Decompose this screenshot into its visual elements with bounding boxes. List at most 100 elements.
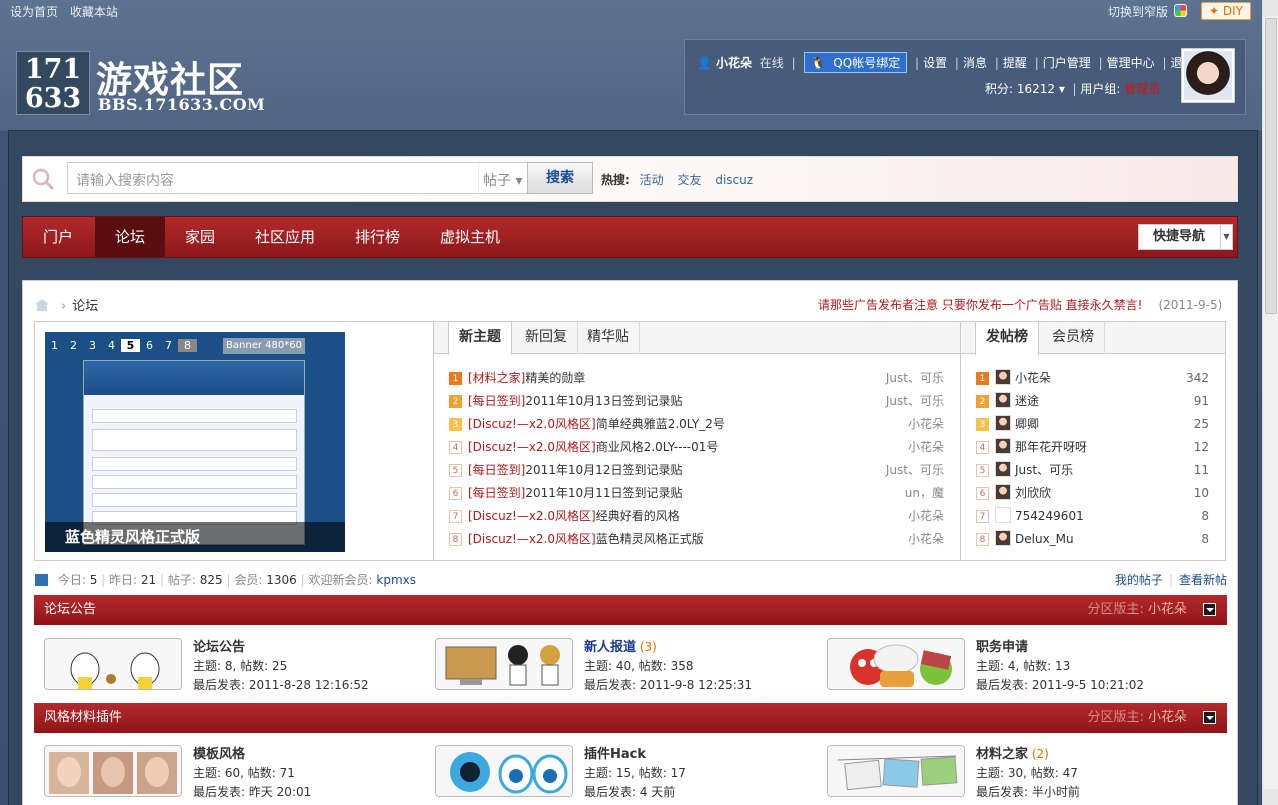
tab-post-ranking[interactable]: 发帖榜	[975, 322, 1039, 355]
collapse-toggle[interactable]	[1203, 711, 1216, 724]
points-dropdown[interactable]: 积分: 16212 ▾	[985, 82, 1065, 96]
notifications-link[interactable]: 提醒	[1003, 56, 1027, 70]
top-links: 设为首页 收藏本站	[10, 3, 126, 20]
slide-number-active[interactable]: 5	[121, 339, 140, 352]
list-item[interactable]: 3 卿卿 25	[976, 413, 1209, 436]
palette-icon[interactable]	[1174, 4, 1187, 17]
list-item[interactable]: 6 刘欣欣 10	[976, 482, 1209, 505]
section-header: 论坛公告 分区版主: 小花朵	[34, 595, 1227, 625]
list-item[interactable]: 5 [每日签到]2011年10月12日签到记录贴 Just、可乐	[449, 459, 944, 482]
portal-admin-link[interactable]: 门户管理	[1043, 56, 1091, 70]
search-input[interactable]: 请输入搜索内容	[67, 162, 479, 194]
list-item[interactable]: 4 [Discuz!—x2.0风格区]商业风格2.0LY----01号 小花朵	[449, 436, 944, 459]
list-item[interactable]: 8 [Discuz!—x2.0风格区]蓝色精灵风格正式版 小花朵	[449, 528, 944, 551]
forum-info: 新人报道 (3) 主题: 40, 帖数: 358 最后发表: 2011-9-8 …	[584, 638, 752, 695]
nav-item-hosting[interactable]: 虚拟主机	[420, 217, 520, 257]
tab-new-topics[interactable]: 新主题	[448, 322, 512, 355]
avatar[interactable]	[1181, 48, 1235, 103]
my-posts-link[interactable]: 我的帖子	[1115, 573, 1163, 587]
banner-placeholder: Banner 480*60	[223, 338, 305, 354]
site-logo[interactable]: 171 633 游戏社区 BBS.171633.COM	[16, 51, 265, 117]
list-item[interactable]: 1 小花朵 342	[976, 367, 1209, 390]
user-stats: 积分: 16212 ▾ | 用户组: 管理员	[985, 82, 1161, 96]
home-icon[interactable]	[35, 299, 49, 311]
forum-name-link[interactable]: 材料之家	[976, 747, 1028, 762]
page-scrollbar[interactable]	[1262, 0, 1278, 805]
view-new-posts-link[interactable]: 查看新帖	[1179, 573, 1227, 587]
forum-icon[interactable]	[44, 745, 182, 797]
list-item[interactable]: 3 [Discuz!—x2.0风格区]简单经典雅蓝2.0LY_2号 小花朵	[449, 413, 944, 436]
list-item[interactable]: 6 [每日签到]2011年10月11日签到记录贴 un，魔	[449, 482, 944, 505]
hot-search-label: 热搜:	[601, 173, 630, 187]
collapse-toggle[interactable]	[1203, 603, 1216, 616]
search-type-select[interactable]: 帖子 ▾	[478, 162, 528, 194]
list-item[interactable]: 7 754249601 8	[976, 505, 1209, 528]
list-item[interactable]: 7 [Discuz!—x2.0风格区]经典好看的风格 小花朵	[449, 505, 944, 528]
announcement-text[interactable]: 请那些广告发布者注意 只要你发布一个广告贴 直接永久禁言!	[818, 298, 1142, 312]
section-title[interactable]: 风格材料插件	[44, 710, 122, 725]
scroll-down-button[interactable]	[1263, 789, 1278, 805]
breadcrumb-current[interactable]: 论坛	[72, 299, 98, 314]
list-item[interactable]: 2 [每日签到]2011年10月13日签到记录贴 Just、可乐	[449, 390, 944, 413]
hot-keyword[interactable]: 活动	[640, 173, 664, 187]
slide-caption[interactable]: 蓝色精灵风格正式版	[45, 522, 345, 552]
forum-name-link[interactable]: 模板风格	[193, 747, 245, 762]
username-link[interactable]: 小花朵	[716, 56, 752, 70]
forum-icon[interactable]	[435, 638, 573, 690]
quick-nav-button[interactable]: 快捷导航 ▼	[1138, 224, 1233, 250]
slide-number[interactable]: 3	[83, 339, 102, 352]
nav-item-ranking[interactable]: 排行榜	[335, 217, 420, 257]
nav-item-home[interactable]: 家园	[165, 217, 235, 257]
new-member-link[interactable]: kpmxs	[376, 573, 416, 587]
messages-link[interactable]: 消息	[963, 56, 987, 70]
set-home-link[interactable]: 设为首页	[10, 5, 58, 19]
forum-last-post[interactable]: 最后发表: 昨天 20:01	[193, 783, 311, 802]
forum-icon[interactable]	[44, 638, 182, 690]
slide-number[interactable]: 7	[159, 339, 178, 352]
hot-keyword[interactable]: discuz	[715, 173, 753, 187]
section-title[interactable]: 论坛公告	[44, 602, 96, 617]
scroll-thumb[interactable]	[1265, 18, 1277, 314]
settings-link[interactable]: 设置	[923, 56, 947, 70]
forum-icon[interactable]	[827, 745, 965, 797]
forum-last-post[interactable]: 最后发表: 2011-9-8 12:25:31	[584, 676, 752, 695]
search-button[interactable]: 搜索	[527, 162, 593, 194]
qq-bind-button[interactable]: 🐧 QQ帐号绑定	[803, 52, 908, 73]
tab-featured[interactable]: 精华贴	[577, 322, 640, 354]
forum-info: 职务申请 主题: 4, 帖数: 13 最后发表: 2011-9-5 10:21:…	[976, 638, 1144, 695]
scroll-up-button[interactable]	[1263, 0, 1278, 16]
slide-number[interactable]: 1	[45, 339, 64, 352]
slide-number[interactable]: 6	[140, 339, 159, 352]
slide-number[interactable]: 2	[64, 339, 83, 352]
forum-icon[interactable]	[827, 638, 965, 690]
forum-icon[interactable]	[435, 745, 573, 797]
list-item[interactable]: 8 Delux_Mu 8	[976, 528, 1209, 551]
list-item[interactable]: 5 Just、可乐 11	[976, 459, 1209, 482]
bookmark-link[interactable]: 收藏本站	[70, 5, 118, 19]
forum-last-post[interactable]: 最后发表: 2011-9-5 10:21:02	[976, 676, 1144, 695]
tab-member-ranking[interactable]: 会员榜	[1042, 322, 1105, 354]
forum-last-post[interactable]: 最后发表: 2011-8-28 12:16:52	[193, 676, 369, 695]
forum-name-link[interactable]: 新人报道	[584, 640, 636, 655]
forum-name-link[interactable]: 论坛公告	[193, 640, 245, 655]
forum-name-link[interactable]: 插件Hack	[584, 747, 646, 762]
forum-name-link[interactable]: 职务申请	[976, 640, 1028, 655]
forum-last-post[interactable]: 最后发表: 4 天前	[584, 783, 686, 802]
user-group-link[interactable]: 管理员	[1124, 82, 1160, 96]
forum-last-post[interactable]: 最后发表: 半小时前	[976, 783, 1080, 802]
nav-item-forum[interactable]: 论坛	[95, 217, 166, 257]
slide-number[interactable]: 4	[102, 339, 121, 352]
list-item[interactable]: 2 迷途 91	[976, 390, 1209, 413]
nav-item-portal[interactable]: 门户	[23, 217, 93, 257]
nav-item-apps[interactable]: 社区应用	[235, 217, 335, 257]
tab-new-replies[interactable]: 新回复	[515, 322, 578, 354]
hot-keyword[interactable]: 交友	[677, 173, 701, 187]
list-item[interactable]: 1 [材料之家]精美的勋章 Just、可乐	[449, 367, 944, 390]
diy-button[interactable]: ✦ DIY	[1201, 2, 1251, 20]
switch-width-link[interactable]: 切换到窄版	[1108, 3, 1168, 20]
slide-number[interactable]: 8	[178, 339, 197, 352]
admin-center-link[interactable]: 管理中心	[1107, 56, 1155, 70]
list-item[interactable]: 4 那年花开呀呀 12	[976, 436, 1209, 459]
slideshow-image[interactable]: 12345678 Banner 480*60 蓝色精灵风格正式版	[45, 332, 345, 552]
avatar-image	[1184, 51, 1232, 100]
